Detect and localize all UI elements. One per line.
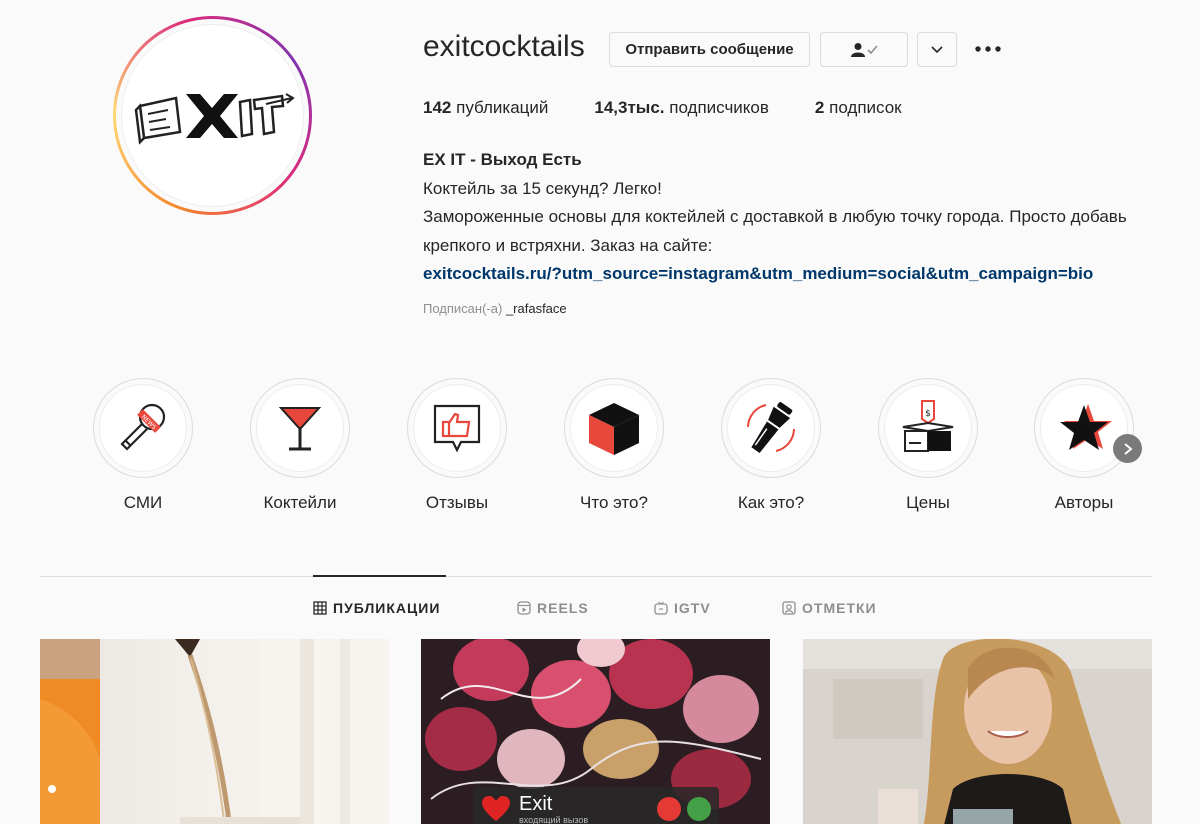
bio-website-link[interactable]: exitcocktails.ru/?utm_source=instagram&u… — [423, 260, 1163, 289]
highlight-label: Авторы — [1054, 493, 1114, 512]
followed-by-label: Подписан(-а) — [423, 301, 503, 316]
highlight-label: Отзывы — [425, 493, 489, 512]
highlight-cover — [570, 384, 658, 472]
tab-tagged[interactable]: ОТМЕТКИ — [782, 600, 877, 616]
following-count[interactable]: 2 подписок — [815, 98, 902, 118]
accept-call-icon — [687, 797, 711, 821]
more-options-button[interactable] — [973, 36, 1003, 62]
highlight-label: Что это? — [580, 493, 648, 512]
highlight-cover — [413, 384, 501, 472]
highlight-ring[interactable] — [564, 378, 664, 478]
tab-posts[interactable]: ПУБЛИКАЦИИ — [313, 600, 440, 616]
chevron-down-icon — [931, 45, 943, 53]
tab-label: ОТМЕТКИ — [802, 600, 877, 616]
tabs-divider — [40, 576, 1152, 577]
tab-label: IGTV — [674, 600, 711, 616]
send-message-button[interactable]: Отправить сообщение — [609, 32, 810, 67]
chevron-right-icon — [1123, 442, 1133, 455]
highlight-reviews[interactable]: Отзывы — [407, 378, 507, 513]
post-thumbnail[interactable] — [803, 639, 1152, 824]
pouring-drink-image — [40, 639, 389, 824]
caller-info: Exit входящий вызов — [511, 794, 588, 824]
tab-reels[interactable]: REELS — [517, 600, 589, 616]
highlight-label: Цены — [906, 493, 950, 512]
highlight-cover — [256, 384, 344, 472]
posts-count: 142 публикаций — [423, 98, 549, 117]
highlight-ring[interactable] — [1034, 378, 1134, 478]
shaker-icon — [747, 402, 795, 453]
highlight-how[interactable]: Как это? — [721, 378, 821, 513]
exit-logo-icon — [134, 92, 295, 145]
cocktail-glass-icon — [278, 407, 322, 451]
profile-stats: 142 публикаций 14,3тыс. подписчиков 2 по… — [423, 98, 948, 118]
highlight-cover: NEWS — [99, 384, 187, 472]
following-button[interactable] — [820, 32, 908, 67]
followed-by-user[interactable]: _rafasface — [506, 301, 567, 316]
highlight-label: СМИ — [123, 493, 163, 512]
active-tab-indicator — [313, 575, 446, 577]
highlight-prices[interactable]: $ Цены — [878, 378, 978, 513]
highlight-ring[interactable]: $ — [878, 378, 978, 478]
highlight-cover — [727, 384, 815, 472]
post-thumbnail[interactable]: Exit входящий вызов — [421, 639, 770, 824]
highlight-ring[interactable]: NEWS — [93, 378, 193, 478]
highlight-ring[interactable] — [721, 378, 821, 478]
profile-username: exitcocktails — [423, 30, 585, 63]
bio-line: Коктейль за 15 секунд? Легко! — [423, 178, 662, 198]
news-microphone-icon: NEWS — [120, 403, 166, 451]
grid-icon — [313, 601, 327, 615]
highlight-what[interactable]: Что это? — [564, 378, 664, 513]
igtv-icon — [654, 601, 668, 615]
tab-label: REELS — [537, 600, 589, 616]
avatar-inner — [116, 19, 309, 212]
heart-icon — [482, 796, 510, 821]
more-dots-icon — [975, 46, 1001, 52]
tab-label: ПУБЛИКАЦИИ — [333, 600, 441, 616]
decline-call-icon — [657, 797, 681, 821]
caller-subtitle: входящий вызов — [519, 814, 589, 824]
woman-portrait-image — [803, 639, 1152, 824]
highlight-cover: $ — [884, 384, 972, 472]
avatar — [121, 24, 304, 207]
highlight-label: Как это? — [737, 493, 805, 512]
highlight-label: Коктейли — [263, 493, 337, 512]
star-icon — [1060, 404, 1112, 450]
followed-by[interactable]: Подписан(-а) _rafasface — [423, 301, 567, 316]
profile-bio: EX IT - Выход Есть Коктейль за 15 секунд… — [423, 146, 1163, 289]
tagged-icon — [782, 601, 796, 615]
thumbs-up-icon — [433, 404, 481, 453]
reels-icon — [517, 601, 531, 615]
bio-display-name: EX IT - Выход Есть — [423, 150, 582, 169]
caller-name: Exit — [519, 792, 553, 815]
cube-icon — [589, 403, 639, 455]
suggested-accounts-button[interactable] — [917, 32, 957, 67]
incoming-call-bar: Exit входящий вызов — [473, 787, 719, 824]
highlights-next-button[interactable] — [1113, 434, 1142, 463]
followers-count[interactable]: 14,3тыс. подписчиков — [594, 98, 769, 118]
highlight-ring[interactable] — [250, 378, 350, 478]
highlight-smi[interactable]: NEWS СМИ — [93, 378, 193, 513]
bio-line: Замороженные основы для коктейлей с дост… — [423, 207, 1127, 255]
profile-avatar-ring[interactable] — [113, 16, 312, 215]
highlight-ring[interactable] — [407, 378, 507, 478]
highlight-cocktails[interactable]: Коктейли — [250, 378, 350, 513]
price-box-icon: $ — [902, 400, 954, 452]
user-check-icon — [851, 42, 878, 57]
tab-igtv[interactable]: IGTV — [654, 600, 711, 616]
post-thumbnail[interactable] — [40, 639, 389, 824]
highlight-cover — [1040, 384, 1128, 472]
svg-text:$: $ — [925, 409, 931, 419]
